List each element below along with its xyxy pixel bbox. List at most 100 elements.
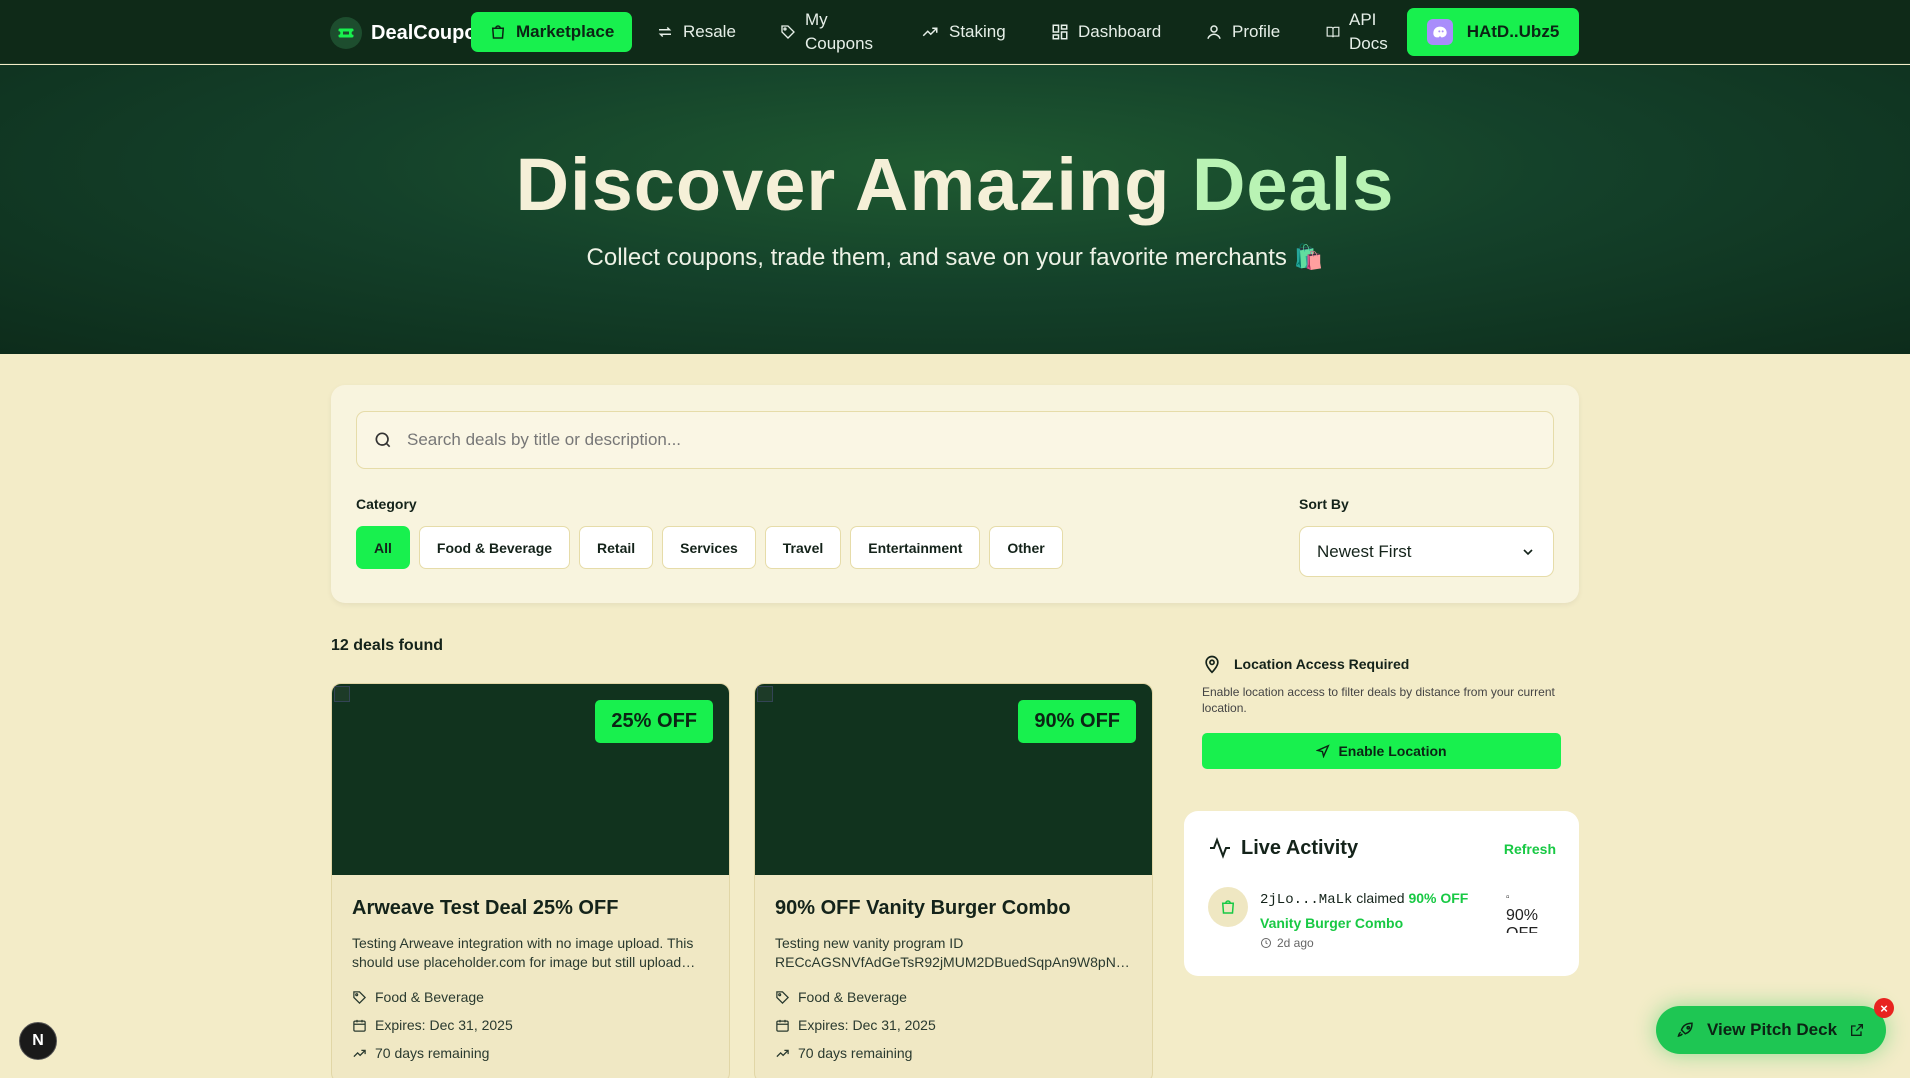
sort-label: Sort By — [1299, 496, 1349, 512]
nav-staking[interactable]: Staking — [920, 12, 1006, 52]
external-link-icon — [1851, 1024, 1864, 1036]
nav-my-coupons-label: My Coupons — [805, 10, 874, 53]
live-activity-title: Live Activity — [1208, 836, 1358, 860]
deal-remaining: 70 days remaining — [775, 1045, 912, 1061]
broken-image-icon — [757, 686, 773, 702]
shopping-bag-icon — [491, 25, 505, 39]
search-box[interactable] — [356, 411, 1554, 469]
user-icon — [1207, 25, 1221, 39]
live-activity-title-label: Live Activity — [1241, 836, 1359, 859]
nav-marketplace[interactable]: Marketplace — [471, 12, 633, 52]
activity-time-label: 2d ago — [1277, 936, 1314, 950]
activity-thumb-alt: 90% OFF — [1506, 907, 1539, 933]
trending-up-icon — [776, 1049, 789, 1057]
dev-tools-badge[interactable]: N — [19, 1022, 57, 1060]
tag-icon — [781, 25, 795, 39]
location-description: Enable location access to filter deals b… — [1202, 685, 1555, 715]
calendar-icon — [353, 1019, 366, 1032]
category-label: Category — [356, 496, 417, 512]
discount-badge: 90% OFF — [1018, 700, 1136, 743]
deal-expiry: Expires: Dec 31, 2025 — [352, 1017, 513, 1033]
location-title-label: Location Access Required — [1234, 656, 1410, 672]
phantom-wallet-icon — [1426, 19, 1453, 45]
category-chip-retail[interactable]: Retail — [579, 526, 654, 569]
activity-icon — [1210, 837, 1230, 859]
brand[interactable]: DealCoupon — [330, 17, 477, 49]
close-pitch-button[interactable]: × — [1874, 998, 1894, 1018]
hero-title: Discover Amazing Deals — [0, 142, 1910, 227]
results-count: 12 deals found — [331, 637, 444, 654]
wallet-address: HAtD..Ubz5 — [1466, 22, 1560, 41]
category-chip-other[interactable]: Other — [989, 526, 1063, 569]
live-activity-panel: Live Activity Refresh 2jLo...MaLk claime… — [1184, 811, 1579, 976]
nav-dashboard[interactable]: Dashboard — [1051, 12, 1161, 52]
deal-remaining: 70 days remaining — [352, 1045, 489, 1061]
nav-my-coupons[interactable]: My Coupons — [780, 10, 875, 53]
view-pitch-deck-button[interactable]: View Pitch Deck — [1656, 1006, 1886, 1054]
deal-description: Testing new vanity program ID RECcAGSNVf… — [775, 935, 1130, 970]
trending-up-icon — [353, 1049, 366, 1057]
nav-resale[interactable]: Resale — [656, 12, 736, 52]
brand-name: DealCoupon — [371, 21, 477, 44]
nav-api-docs[interactable]: API Docs — [1326, 10, 1389, 53]
activity-user: 2jLo...MaLk — [1260, 892, 1353, 908]
ticket-logo-icon — [330, 17, 362, 49]
tag-icon — [776, 990, 790, 1004]
wallet-button[interactable]: HAtD..Ubz5 — [1407, 8, 1579, 56]
chevron-down-icon — [1523, 548, 1533, 555]
activity-bag-icon — [1208, 887, 1248, 927]
hero-banner: Discover Amazing Deals Collect coupons, … — [0, 65, 1910, 354]
grid-icon — [1052, 24, 1068, 40]
category-chip-food[interactable]: Food & Beverage — [418, 526, 571, 569]
activity-action: claimed — [1352, 890, 1409, 906]
discount-badge: 25% OFF — [595, 700, 713, 743]
category-chip-entertainment[interactable]: Entertainment — [850, 526, 981, 569]
deal-remaining-label: 70 days remaining — [798, 1045, 913, 1061]
nav-profile-label: Profile — [1232, 22, 1281, 41]
deal-description: Testing Arweave integration with no imag… — [352, 935, 696, 970]
trending-up-icon — [922, 27, 938, 37]
nav-resale-label: Resale — [683, 22, 736, 41]
hero-title-main: Discover Amazing — [515, 143, 1192, 226]
repeat-icon — [658, 26, 672, 38]
top-nav: DealCoupon Marketplace Resale My Coupons… — [0, 0, 1910, 64]
clock-icon — [1261, 938, 1271, 948]
deal-card[interactable]: 90% OFF 90% OFF Vanity Burger Combo Test… — [754, 683, 1153, 1078]
deal-card[interactable]: 25% OFF Arweave Test Deal 25% OFF Testin… — [331, 683, 730, 1078]
sort-value: Newest First — [1317, 541, 1412, 561]
deal-category: Food & Beverage — [352, 989, 484, 1005]
sort-select[interactable]: Newest First — [1299, 526, 1554, 577]
activity-item: 2jLo...MaLk claimed 90% OFF Vanity Burge… — [1260, 887, 1474, 935]
activity-thumbnail: ▫90% OFF — [1506, 887, 1548, 933]
refresh-button[interactable]: Refresh — [1504, 841, 1556, 857]
nav-dashboard-label: Dashboard — [1078, 22, 1162, 41]
map-pin-icon — [1205, 655, 1219, 674]
deal-category: Food & Beverage — [775, 989, 907, 1005]
deal-category-label: Food & Beverage — [375, 989, 484, 1005]
hero-subtitle: Collect coupons, trade them, and save on… — [586, 244, 1324, 271]
nav-staking-label: Staking — [949, 22, 1006, 41]
nav-marketplace-label: Marketplace — [516, 22, 615, 41]
deal-expiry-label: Expires: Dec 31, 2025 — [375, 1017, 513, 1033]
view-pitch-deck-label: View Pitch Deck — [1706, 1020, 1838, 1039]
navigation-icon — [1316, 744, 1331, 758]
book-icon — [1326, 26, 1340, 38]
activity-time: 2d ago — [1260, 936, 1314, 950]
deal-remaining-label: 70 days remaining — [375, 1045, 490, 1061]
deal-title: Arweave Test Deal 25% OFF — [352, 897, 619, 919]
calendar-icon — [776, 1019, 789, 1032]
deal-expiry: Expires: Dec 31, 2025 — [775, 1017, 936, 1033]
category-chip-services[interactable]: Services — [662, 526, 756, 569]
enable-location-label: Enable Location — [1338, 743, 1447, 759]
category-chip-all[interactable]: All — [356, 526, 410, 569]
deal-category-label: Food & Beverage — [798, 989, 907, 1005]
nav-profile[interactable]: Profile — [1205, 12, 1280, 52]
deal-title: 90% OFF Vanity Burger Combo — [775, 897, 1071, 919]
search-input[interactable] — [407, 430, 1507, 450]
location-title: Location Access Required — [1202, 654, 1409, 674]
nav-api-docs-label: API Docs — [1349, 10, 1388, 53]
tag-icon — [353, 990, 367, 1004]
broken-image-icon — [334, 686, 350, 702]
enable-location-button[interactable]: Enable Location — [1202, 733, 1561, 769]
category-chip-travel[interactable]: Travel — [764, 526, 842, 569]
